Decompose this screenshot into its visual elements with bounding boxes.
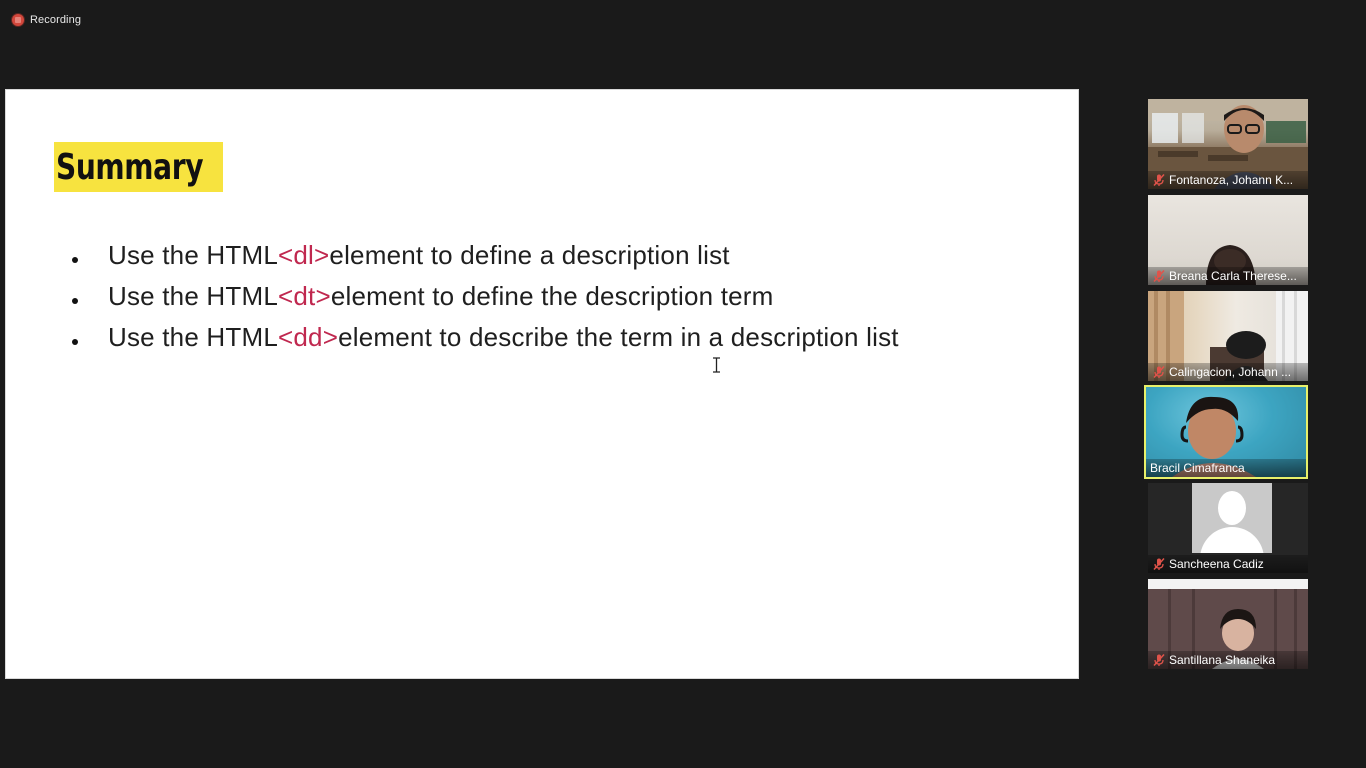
participant-tile[interactable]: Sancheena Cadiz bbox=[1148, 483, 1308, 573]
slide-title-text: Summary bbox=[56, 146, 204, 188]
participant-tile[interactable]: Santillana Shaneika bbox=[1148, 579, 1308, 669]
participant-name-bar: Sancheena Cadiz bbox=[1148, 555, 1308, 573]
bullet-prefix: Use the HTML bbox=[108, 240, 279, 270]
participant-name-bar: Calingacion, Johann ... bbox=[1148, 363, 1308, 381]
participant-name: Santillana Shaneika bbox=[1169, 653, 1276, 667]
participant-name: Sancheena Cadiz bbox=[1169, 557, 1264, 571]
participant-name: Bracil Cimafranca bbox=[1150, 461, 1245, 475]
recording-indicator[interactable]: Recording bbox=[12, 12, 81, 28]
recording-label: Recording bbox=[30, 14, 82, 26]
participant-tile[interactable]: Breana Carla Therese... bbox=[1148, 195, 1308, 285]
bullet-tag: <dt> bbox=[278, 281, 331, 311]
participant-name-bar: Bracil Cimafranca bbox=[1146, 459, 1306, 477]
bullet-suffix: element to describe the term in a descri… bbox=[338, 322, 899, 352]
participant-tile[interactable]: Fontanoza, Johann K... bbox=[1148, 99, 1308, 189]
bullet-prefix: Use the HTML bbox=[108, 322, 279, 352]
bullet-dot-icon bbox=[72, 256, 78, 263]
recording-icon bbox=[12, 14, 24, 26]
muted-microphone-icon bbox=[1153, 365, 1165, 379]
bullet-dot-icon bbox=[72, 338, 78, 345]
text-cursor-icon bbox=[713, 357, 720, 373]
default-avatar-icon bbox=[1192, 483, 1272, 553]
muted-microphone-icon bbox=[1153, 653, 1165, 667]
bullet-suffix: element to define a description list bbox=[329, 240, 730, 270]
participant-tile[interactable]: Calingacion, Johann ... bbox=[1148, 291, 1308, 381]
bullet-item: Use the HTML <dd> element to describe th… bbox=[66, 317, 899, 358]
meeting-window: Recording Summary Use the HTML <dl> elem… bbox=[0, 0, 1366, 768]
participant-name: Fontanoza, Johann K... bbox=[1169, 173, 1294, 187]
bullet-dot-icon bbox=[72, 297, 78, 304]
participant-name-bar: Breana Carla Therese... bbox=[1148, 267, 1308, 285]
muted-microphone-icon bbox=[1153, 173, 1165, 187]
bullet-tag: <dd> bbox=[278, 322, 339, 352]
shared-screen-slide[interactable]: Summary Use the HTML <dl> element to def… bbox=[6, 90, 1078, 678]
bullet-prefix: Use the HTML bbox=[108, 281, 279, 311]
participant-name: Breana Carla Therese... bbox=[1169, 269, 1297, 283]
participant-name: Calingacion, Johann ... bbox=[1169, 365, 1292, 379]
bullet-item: Use the HTML <dt> element to define the … bbox=[66, 276, 899, 317]
muted-microphone-icon bbox=[1153, 557, 1165, 571]
bullet-tag: <dl> bbox=[278, 240, 330, 270]
bullet-suffix: element to define the description term bbox=[330, 281, 774, 311]
muted-microphone-icon bbox=[1153, 269, 1165, 283]
bullet-item: Use the HTML <dl> element to define a de… bbox=[66, 235, 899, 276]
slide-title: Summary bbox=[54, 142, 223, 192]
slide-bullet-list: Use the HTML <dl> element to define a de… bbox=[66, 235, 899, 358]
participant-tile-active-speaker[interactable]: Bracil Cimafranca bbox=[1144, 385, 1308, 479]
participant-name-bar: Santillana Shaneika bbox=[1148, 651, 1308, 669]
participant-name-bar: Fontanoza, Johann K... bbox=[1148, 171, 1308, 189]
